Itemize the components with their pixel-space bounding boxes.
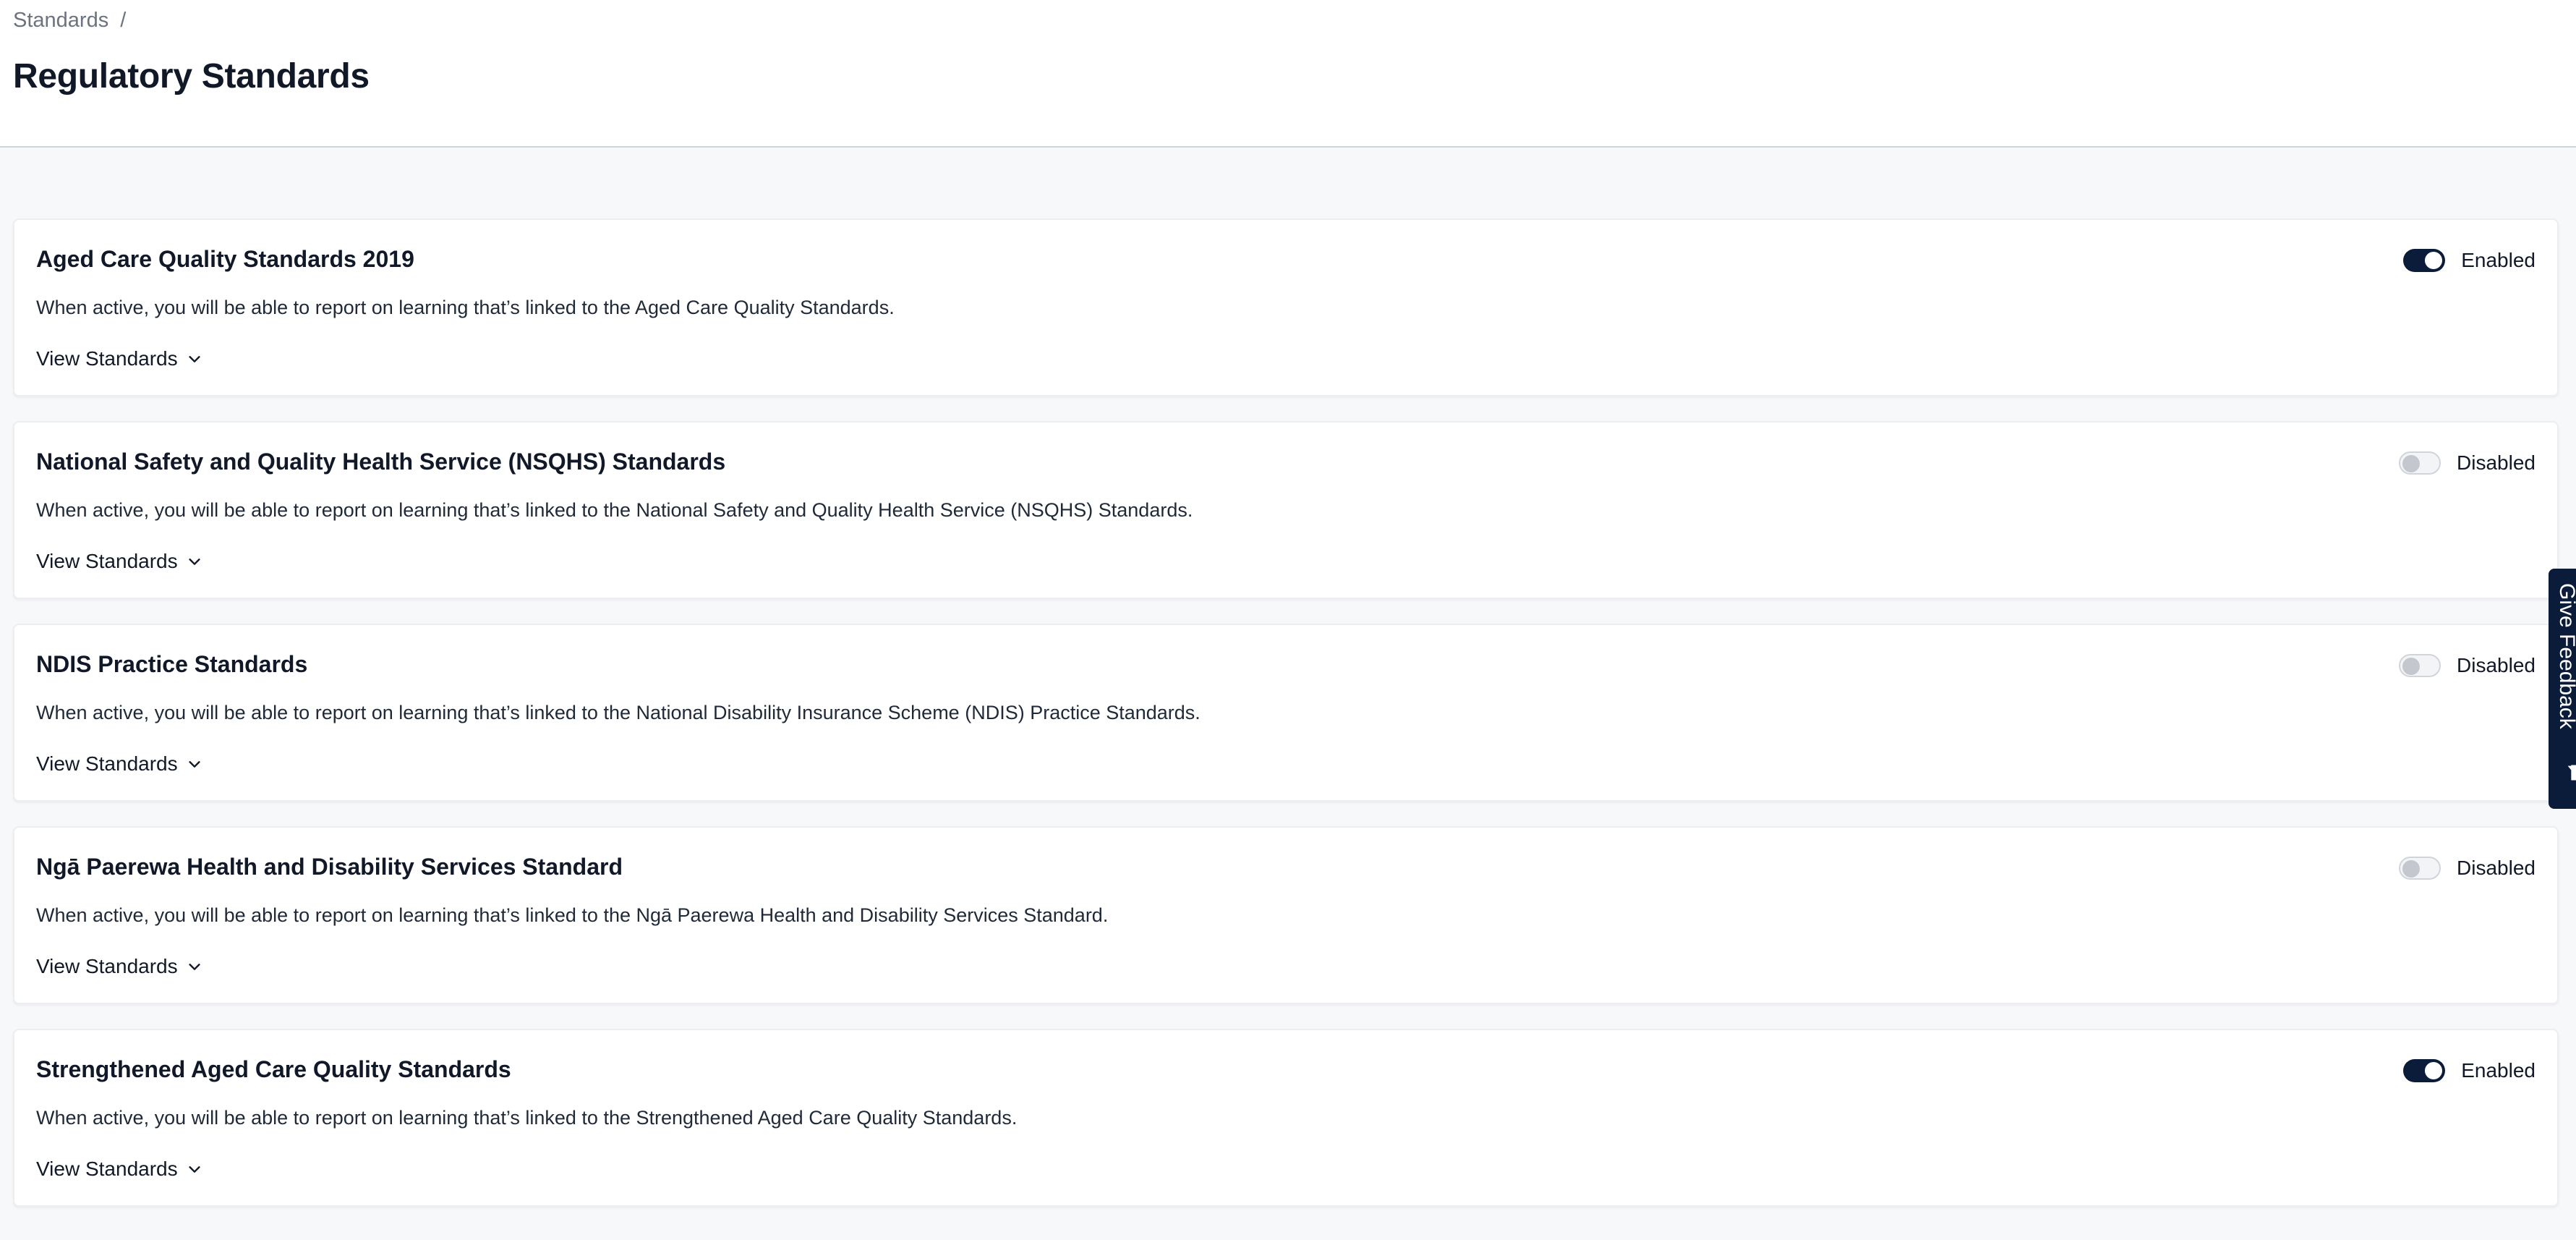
standard-title: National Safety and Quality Health Servi… [36,449,726,475]
status-label: Disabled [2457,857,2536,879]
standard-description: When active, you will be able to report … [36,702,1200,723]
standard-description: When active, you will be able to report … [36,1107,1018,1129]
toggle-knob [2425,1062,2443,1079]
chevron-down-icon [189,964,200,970]
status-toggle-group: Disabled [2399,451,2536,475]
status-toggle[interactable] [2403,1059,2446,1082]
standard-title: Ngā Paerewa Health and Disability Servic… [36,854,623,880]
page-title: Regulatory Standards [13,57,370,95]
page-header: Standards / Regulatory Standards [0,0,2576,148]
standard-card: National Safety and Quality Health Servi… [13,421,2559,599]
standard-description: When active, you will be able to report … [36,904,1109,926]
standard-card: Aged Care Quality Standards 2019 When ac… [13,218,2559,396]
chevron-down-icon [189,356,200,362]
status-label: Enabled [2461,249,2536,271]
status-toggle-group: Disabled [2399,857,2536,880]
status-toggle[interactable] [2403,249,2446,272]
give-feedback-tab[interactable]: Give Feedback [2549,569,2576,809]
standard-card: Strengthened Aged Care Quality Standards… [13,1029,2559,1207]
status-label: Disabled [2457,451,2536,474]
feedback-icon [2567,765,2576,781]
standard-description: When active, you will be able to report … [36,297,895,318]
view-standards-button[interactable]: View Standards [36,550,202,573]
toggle-knob [2402,860,2421,878]
standard-title: NDIS Practice Standards [36,651,308,677]
view-standards-label: View Standards [36,550,178,572]
view-standards-button[interactable]: View Standards [36,347,202,370]
view-standards-label: View Standards [36,752,178,775]
toggle-knob [2425,252,2443,269]
status-toggle-group: Enabled [2403,1059,2536,1082]
standard-description: When active, you will be able to report … [36,499,1193,521]
chevron-down-icon [189,761,200,768]
breadcrumb-item-standards[interactable]: Standards [13,9,108,32]
view-standards-label: View Standards [36,347,178,370]
status-label: Disabled [2457,654,2536,676]
status-toggle-group: Enabled [2403,249,2536,272]
status-toggle[interactable] [2399,654,2441,677]
view-standards-button[interactable]: View Standards [36,1158,202,1181]
toggle-knob [2402,658,2421,675]
view-standards-label: View Standards [36,1158,178,1180]
chevron-down-icon [189,1166,200,1173]
view-standards-button[interactable]: View Standards [36,955,202,978]
standard-card: NDIS Practice Standards When active, you… [13,624,2559,802]
standard-title: Aged Care Quality Standards 2019 [36,246,414,272]
standard-title: Strengthened Aged Care Quality Standards [36,1056,511,1082]
status-toggle[interactable] [2399,857,2441,880]
standards-list: Aged Care Quality Standards 2019 When ac… [13,218,2559,1231]
view-standards-button[interactable]: View Standards [36,752,202,776]
status-toggle[interactable] [2399,451,2441,475]
view-standards-label: View Standards [36,955,178,977]
standard-card: Ngā Paerewa Health and Disability Servic… [13,826,2559,1004]
breadcrumb: Standards / [13,9,126,33]
breadcrumb-separator: / [120,9,127,32]
status-toggle-group: Disabled [2399,654,2536,677]
chevron-down-icon [189,559,200,565]
toggle-knob [2402,455,2421,472]
status-label: Enabled [2461,1059,2536,1082]
